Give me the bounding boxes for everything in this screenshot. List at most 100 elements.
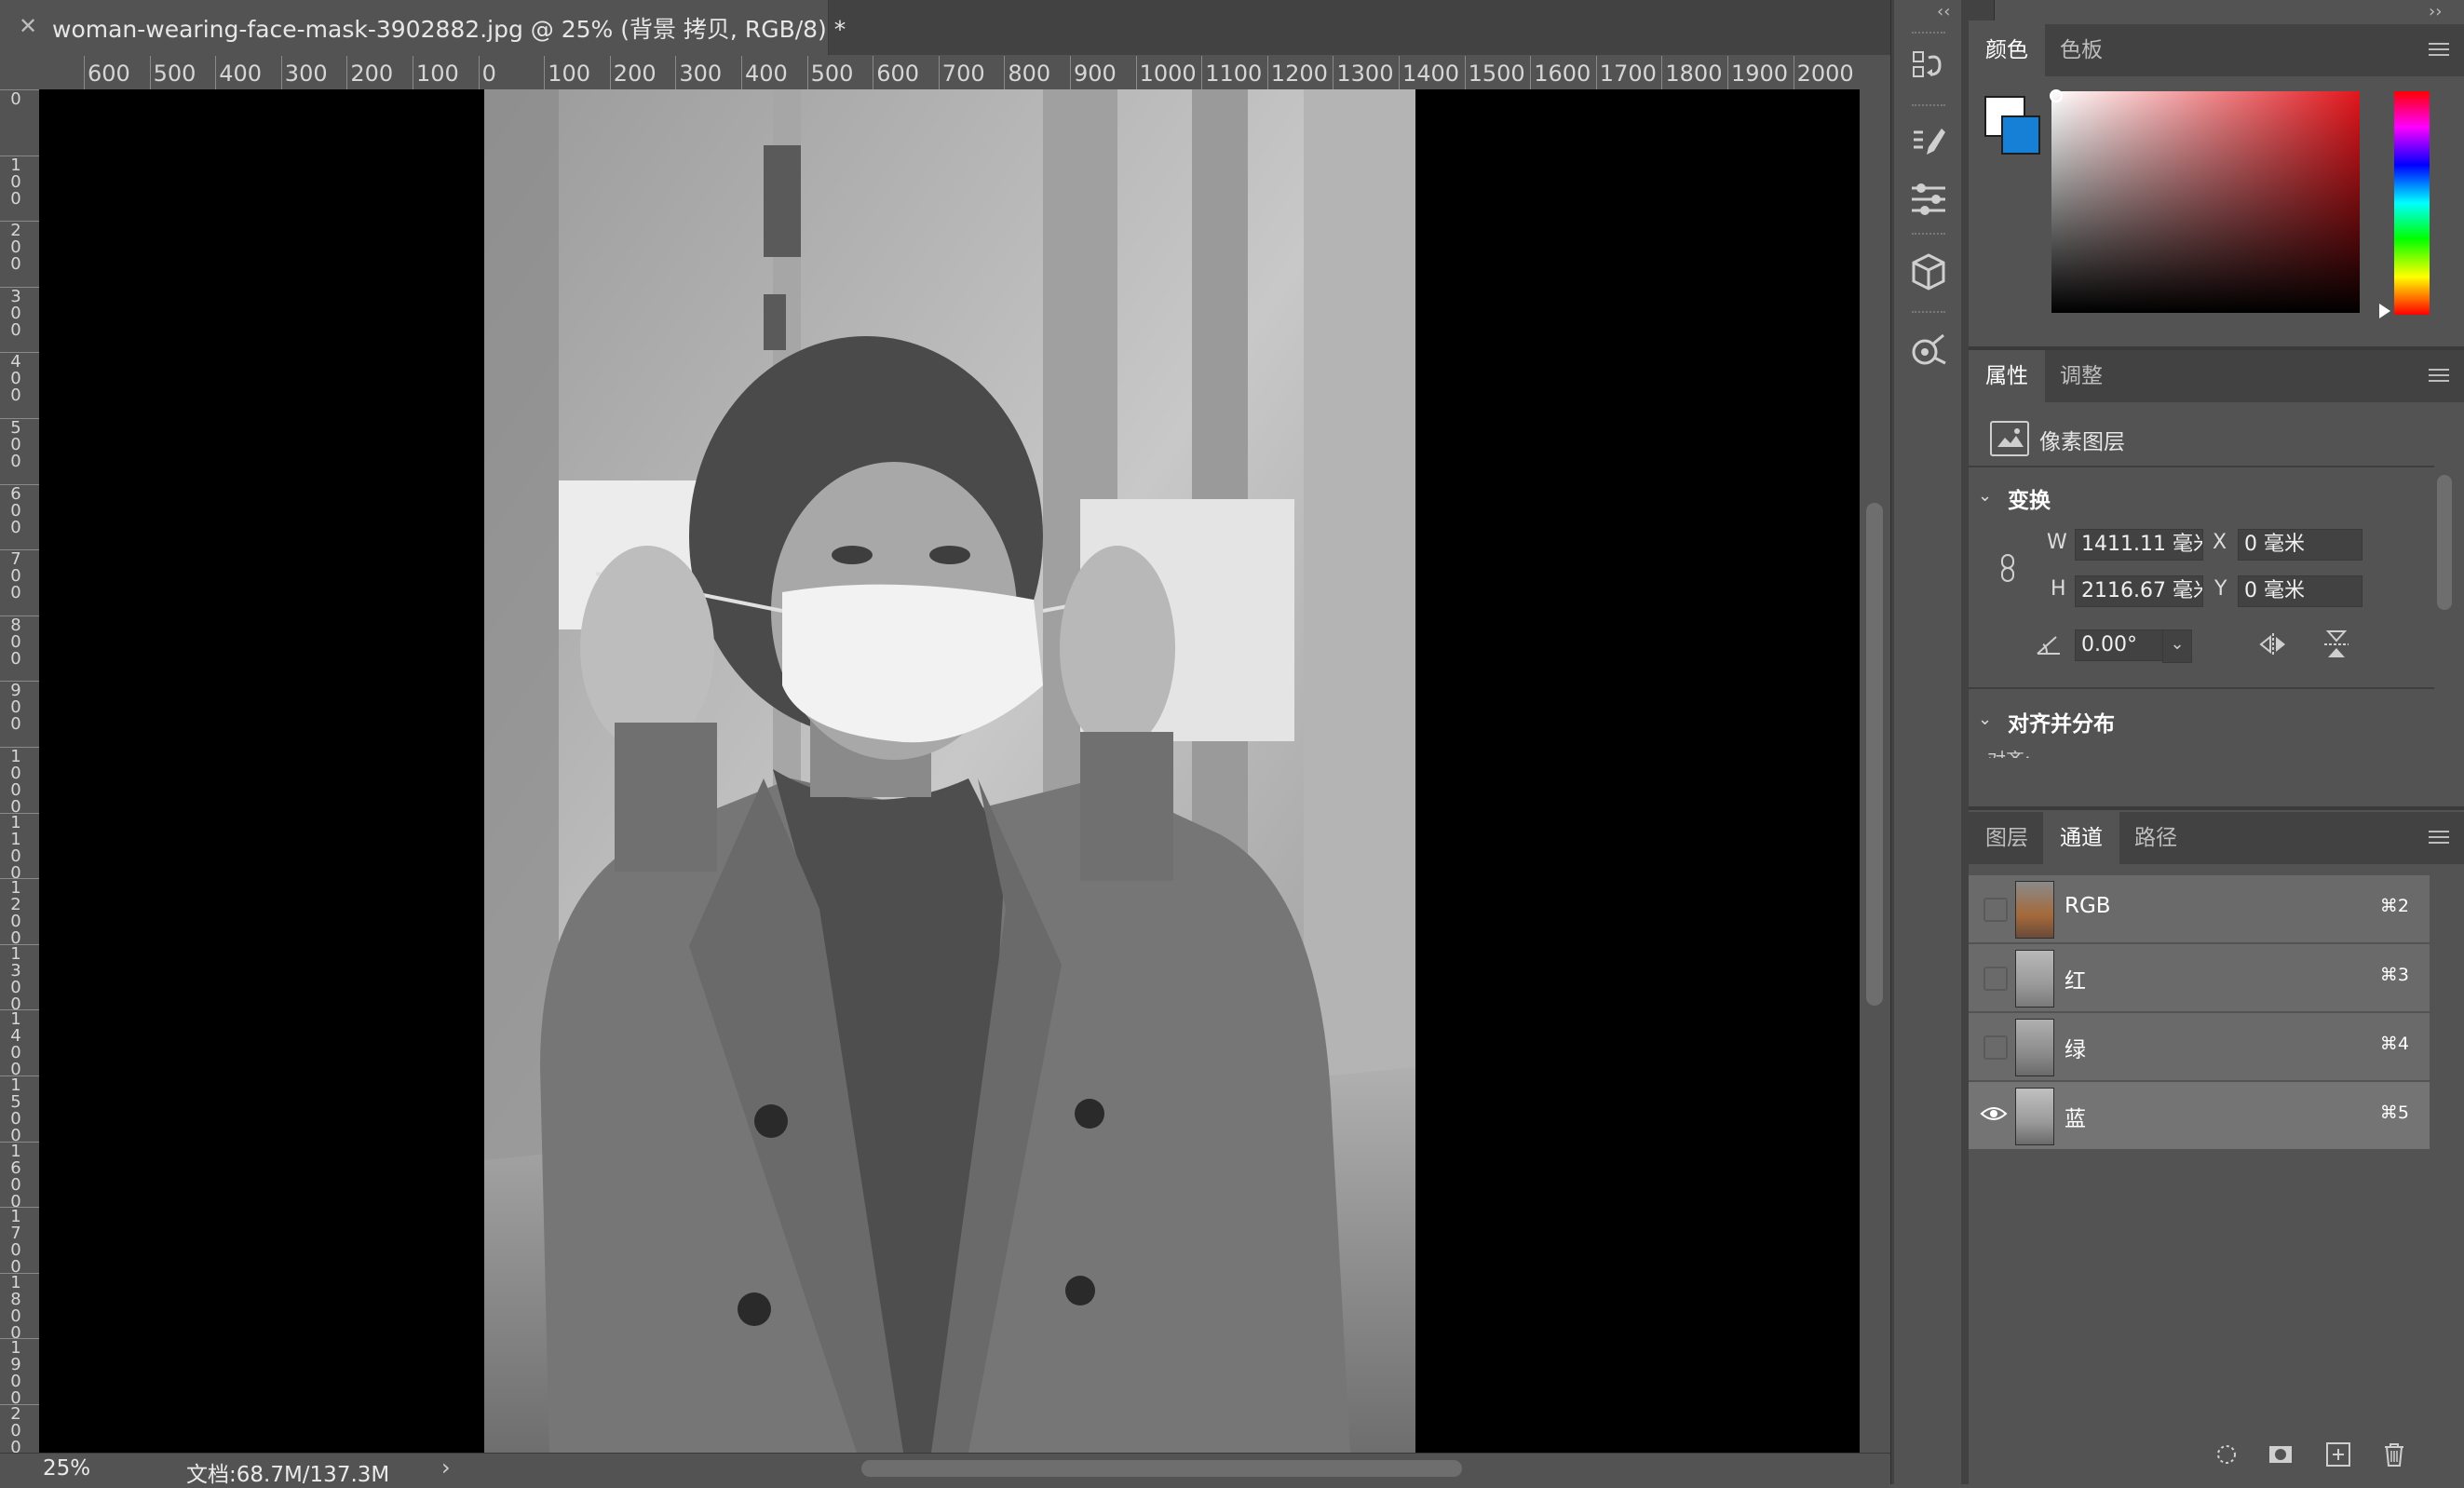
expand-dock-icon[interactable]: ››	[2429, 2, 2442, 21]
ruler-tick	[1135, 56, 1137, 89]
ruler-label: 1700	[1599, 61, 1657, 87]
divider	[1969, 687, 2434, 689]
ruler-label: 600	[876, 61, 919, 87]
ruler-label: 300	[10, 286, 21, 340]
ruler-top[interactable]: 600 500 400 300 200 100 0 100 200 300 400 500 600 700…	[39, 55, 1860, 90]
dock-grip[interactable]	[1912, 32, 1945, 37]
new-channel-icon[interactable]	[2324, 1441, 2352, 1468]
tab-adjustments[interactable]: 调整	[2043, 350, 2119, 402]
ruler-left[interactable]: 0 100 200 300 400 500 600 700 800 900 1000 1100 1200…	[0, 89, 40, 1453]
status-menu-arrow[interactable]: ›	[441, 1454, 451, 1481]
panel-menu-icon[interactable]	[2429, 831, 2449, 845]
trash-icon[interactable]	[2380, 1441, 2408, 1468]
collapse-dock-icon[interactable]: ‹‹	[1937, 2, 1950, 21]
document-info[interactable]: 文档:68.7M/137.3M	[186, 1456, 389, 1488]
load-selection-icon[interactable]	[2213, 1441, 2241, 1468]
flip-vertical-icon[interactable]	[2322, 628, 2350, 665]
panel-divider[interactable]	[1969, 806, 2464, 810]
color-picker-field[interactable]	[2051, 91, 2360, 313]
eye-icon[interactable]	[1980, 1102, 2008, 1129]
angle-field[interactable]: 0.00°	[2075, 629, 2164, 661]
save-selection-icon[interactable]	[2267, 1441, 2295, 1468]
channel-thumbnail	[2015, 1088, 2054, 1145]
align-section-title[interactable]: 对齐并分布	[2008, 706, 2115, 737]
ruler-label: 1600	[10, 1141, 21, 1211]
ruler-label: 1100	[1205, 61, 1263, 87]
width-field[interactable]: 1411.11 毫米	[2075, 529, 2203, 561]
x-field[interactable]: 0 毫米	[2238, 529, 2362, 561]
transform-section-title[interactable]: 变换	[2008, 482, 2051, 514]
chevron-down-icon[interactable]: ⌄	[1978, 486, 1992, 506]
tab-swatches[interactable]: 色板	[2043, 24, 2119, 76]
history-icon[interactable]	[1908, 45, 1949, 86]
libraries-icon[interactable]	[1908, 330, 1949, 371]
photo-illustration	[484, 89, 1415, 1453]
ruler-label: 1600	[1534, 61, 1591, 87]
color-picker-marker[interactable]	[2050, 89, 2063, 102]
channels-panel-tabs: 图层 通道 路径	[1969, 812, 2464, 864]
ruler-label: 200	[350, 61, 394, 87]
pixel-layer-icon	[1990, 421, 2029, 456]
chevron-down-icon[interactable]: ⌄	[1978, 710, 1992, 729]
dock-grip[interactable]	[1912, 311, 1945, 317]
brush-settings-icon[interactable]	[1908, 123, 1949, 164]
color-panel-tabs: 颜色 色板	[1969, 24, 2464, 76]
document-tab[interactable]: ✕ woman-wearing-face-mask-3902882.jpg @ …	[0, 0, 846, 55]
y-label: Y	[2214, 577, 2227, 601]
channel-row-green[interactable]: 绿 ⌘4	[1969, 1013, 2430, 1082]
ruler-label: 2000	[1796, 61, 1854, 87]
horizontal-scroll-thumb[interactable]	[861, 1460, 1462, 1477]
tool-strip	[1894, 0, 1961, 1484]
properties-scroll-thumb[interactable]	[2437, 475, 2452, 610]
ruler-label: 600	[88, 61, 130, 87]
dock-grip[interactable]	[1912, 233, 1945, 238]
flip-horizontal-icon[interactable]	[2257, 631, 2289, 661]
ruler-label: 1500	[10, 1075, 21, 1145]
panel-menu-icon[interactable]	[2429, 43, 2449, 58]
ruler-tick	[938, 56, 940, 89]
channel-shortcut: ⌘4	[2379, 1034, 2409, 1054]
background-color-swatch[interactable]	[2001, 115, 2040, 155]
chevron-down-icon[interactable]: ⌄	[2162, 629, 2192, 663]
3d-cube-icon[interactable]	[1908, 251, 1949, 292]
ruler-tick	[806, 56, 808, 89]
channel-shortcut: ⌘5	[2379, 1102, 2409, 1123]
ruler-label: 200	[10, 221, 21, 275]
channel-row-rgb[interactable]: RGB ⌘2	[1969, 875, 2430, 944]
hue-slider[interactable]	[2394, 91, 2430, 315]
y-field[interactable]: 0 毫米	[2238, 575, 2362, 607]
adjustments-icon[interactable]	[1908, 177, 1949, 218]
ruler-label: 500	[10, 418, 21, 471]
link-icon[interactable]	[1998, 553, 2017, 587]
zoom-level[interactable]: 25%	[43, 1456, 90, 1481]
tab-channels[interactable]: 通道	[2043, 812, 2119, 864]
ruler-tick	[1333, 56, 1334, 89]
ruler-label: 1800	[1665, 61, 1723, 87]
ruler-label: 100	[548, 61, 590, 87]
ruler-corner[interactable]	[0, 55, 40, 90]
visibility-toggle[interactable]	[1983, 1035, 2008, 1060]
vertical-scroll-thumb[interactable]	[1866, 503, 1883, 1006]
dock-grip[interactable]	[1912, 104, 1945, 110]
channel-row-red[interactable]: 红 ⌘3	[1969, 944, 2430, 1013]
ruler-label: 700	[10, 549, 21, 603]
visibility-toggle[interactable]	[1983, 967, 2008, 991]
close-icon[interactable]: ✕	[19, 13, 37, 39]
ruler-label: 0	[10, 89, 21, 109]
tab-paths[interactable]: 路径	[2118, 812, 2194, 864]
tab-properties[interactable]: 属性	[1969, 350, 2045, 402]
height-field[interactable]: 2116.67 毫米	[2075, 575, 2203, 607]
tab-color[interactable]: 颜色	[1969, 24, 2045, 76]
ruler-tick	[1727, 56, 1728, 89]
tab-layers[interactable]: 图层	[1969, 812, 2045, 864]
ruler-label: 800	[1008, 61, 1051, 87]
canvas-image[interactable]	[484, 89, 1415, 1453]
hue-slider-marker[interactable]	[2379, 304, 2390, 318]
channel-row-blue[interactable]: 蓝 ⌘5	[1969, 1082, 2430, 1151]
channel-thumbnail	[2015, 881, 2054, 939]
visibility-toggle[interactable]	[1983, 898, 2008, 922]
panel-menu-icon[interactable]	[2429, 369, 2449, 384]
channel-shortcut: ⌘2	[2379, 896, 2409, 916]
ruler-label: 400	[219, 61, 262, 87]
ruler-label: 1000	[10, 747, 21, 817]
